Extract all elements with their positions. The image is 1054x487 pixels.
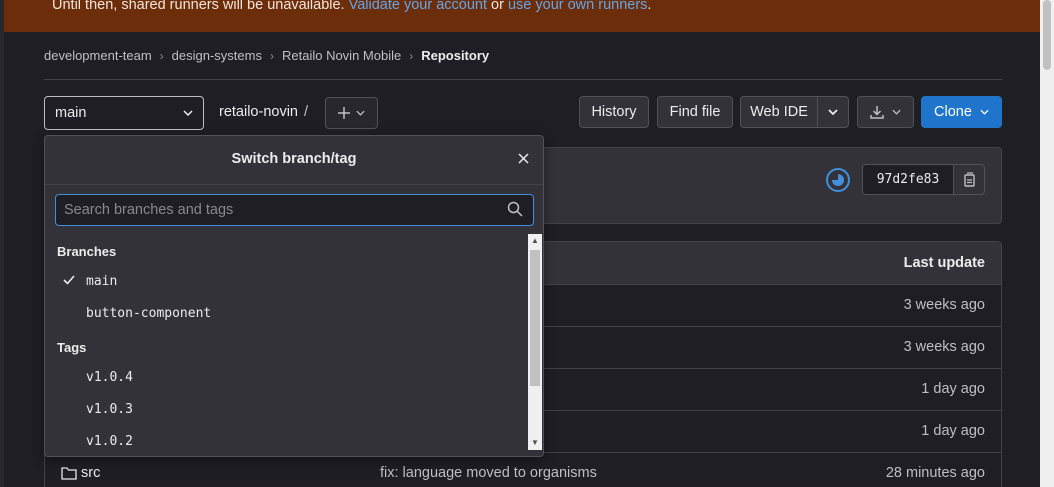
page-scrollbar-thumb[interactable] [1043, 0, 1051, 70]
breadcrumb-separator: › [159, 48, 164, 63]
breadcrumb-separator: › [269, 48, 274, 63]
dropdown-scrollbar-thumb[interactable] [530, 250, 540, 386]
chevron-down-icon [356, 110, 365, 116]
tag-label: v1.0.4 [86, 370, 133, 385]
download-icon [870, 106, 884, 119]
find-file-button[interactable]: Find file [657, 96, 733, 128]
banner-or: or [491, 0, 504, 13]
tag-label: v1.0.2 [86, 434, 133, 449]
folder-icon [61, 466, 77, 480]
branch-selector-label: main [55, 105, 87, 121]
header-divider [44, 79, 1002, 80]
close-icon [517, 152, 529, 164]
close-button[interactable] [515, 150, 531, 166]
project-path-link[interactable]: retailo-novin [219, 104, 298, 120]
page-scrollbar[interactable] [1040, 0, 1054, 487]
check-icon [63, 275, 75, 285]
validate-account-link[interactable]: Validate your account [349, 0, 487, 13]
history-button[interactable]: History [579, 96, 649, 128]
tag-item-v1.0.4[interactable]: v1.0.4 [45, 362, 528, 394]
table-row[interactable]: src fix: language moved to organisms 28 … [45, 453, 1001, 487]
copy-icon [964, 172, 975, 187]
last-update: 3 weeks ago [903, 339, 985, 355]
last-update: 1 day ago [921, 381, 985, 397]
file-name[interactable]: src [61, 465, 100, 481]
branch-item-button-component[interactable]: button-component [45, 298, 528, 330]
chevron-down-icon [183, 110, 193, 116]
branch-search-input[interactable] [55, 194, 534, 226]
path-separator: / [304, 104, 309, 120]
dropdown-title: Switch branch/tag [231, 151, 357, 167]
tags-header: Tags [57, 340, 87, 355]
scroll-up-icon[interactable]: ▲ [528, 234, 542, 248]
commit-sha[interactable]: 97d2fe83 [862, 164, 954, 195]
last-update: 1 day ago [921, 423, 985, 439]
pipeline-status-icon[interactable] [826, 168, 850, 192]
runner-warning-banner: Until then, shared runners will be unava… [4, 0, 1040, 32]
breadcrumb: development-team › design-systems › Reta… [44, 48, 489, 63]
breadcrumb-group[interactable]: development-team [44, 48, 152, 63]
clone-button[interactable]: Clone [921, 96, 1002, 128]
branch-item-main[interactable]: main [45, 266, 528, 298]
banner-suffix: . [647, 0, 652, 13]
branch-dropdown: Switch branch/tag Branches main button-c… [44, 135, 544, 457]
last-update-header: Last update [903, 255, 985, 271]
dropdown-divider [45, 184, 543, 185]
banner-text: Until then, shared runners will be unava… [52, 0, 345, 13]
folder-name: src [81, 465, 101, 481]
web-ide-dropdown-button[interactable] [817, 96, 849, 128]
own-runners-link[interactable]: use your own runners [508, 0, 647, 13]
page-edge [0, 0, 4, 487]
web-ide-button[interactable]: Web IDE [740, 96, 818, 128]
breadcrumb-separator: › [409, 48, 414, 63]
project-path: retailo-novin / [219, 104, 308, 120]
branches-header: Branches [57, 244, 117, 259]
scroll-down-icon[interactable]: ▼ [528, 436, 542, 450]
tag-label: v1.0.3 [86, 402, 133, 417]
branch-tag-list[interactable]: Branches main button-component Tags v1.0… [45, 234, 528, 456]
plus-icon [338, 107, 350, 119]
branch-label: main [86, 274, 118, 289]
search-icon [507, 201, 523, 217]
branch-selector[interactable]: main [44, 96, 204, 130]
last-update: 3 weeks ago [903, 297, 985, 313]
chevron-down-icon [892, 109, 901, 115]
chevron-down-icon [980, 109, 989, 115]
breadcrumb-project[interactable]: Retailo Novin Mobile [282, 48, 401, 63]
add-to-tree-button[interactable] [325, 97, 378, 129]
download-button[interactable] [857, 96, 914, 128]
commit-message[interactable]: fix: language moved to organisms [380, 465, 597, 481]
tag-item-v1.0.3[interactable]: v1.0.3 [45, 394, 528, 426]
branch-label: button-component [86, 306, 212, 321]
breadcrumb-current[interactable]: Repository [421, 48, 489, 63]
clone-button-label: Clone [934, 104, 972, 120]
last-update: 28 minutes ago [885, 465, 985, 481]
dropdown-scrollbar[interactable]: ▲ ▼ [528, 234, 542, 450]
tag-item-v1.0.2[interactable]: v1.0.2 [45, 426, 528, 456]
copy-sha-button[interactable] [953, 164, 985, 195]
chevron-down-icon [828, 109, 838, 115]
breadcrumb-subgroup[interactable]: design-systems [172, 48, 262, 63]
